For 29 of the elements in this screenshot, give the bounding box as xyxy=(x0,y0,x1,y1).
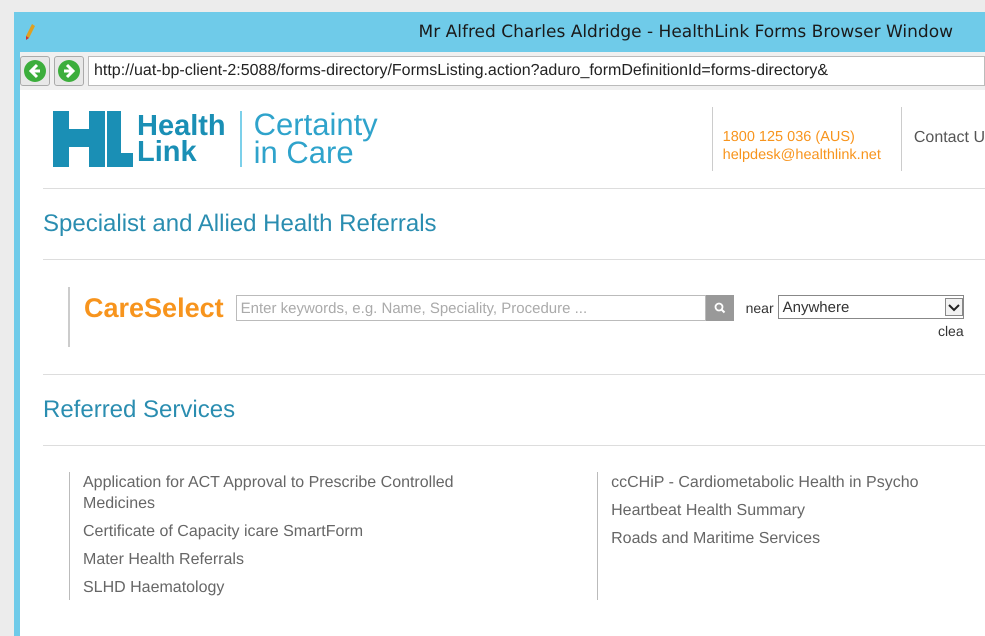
service-link[interactable]: Application for ACT Approval to Prescribe Controlled Medicines xyxy=(83,472,483,514)
service-link[interactable]: Heartbeat Health Summary xyxy=(611,500,985,521)
search-icon xyxy=(714,302,726,314)
forward-button[interactable] xyxy=(54,56,84,86)
careselect-logo: CareSelect xyxy=(84,292,224,325)
address-field[interactable]: http://uat-bp-client-2:5088/forms-directory/FormsListing.action?aduro_formDefinitionId=forms-directory& xyxy=(88,56,985,86)
chevron-icon xyxy=(944,298,963,316)
service-link[interactable]: ccCHiP - Cardiometabolic Health in Psycho xyxy=(611,472,985,493)
brand-text: Link xyxy=(137,139,198,165)
service-link[interactable]: Roads and Maritime Services xyxy=(611,528,985,549)
tagline-text: Certainty xyxy=(254,111,378,139)
section-heading: Specialist and Allied Health Referrals xyxy=(43,189,985,260)
pencil-icon xyxy=(24,23,36,41)
brand-text: Health xyxy=(137,113,226,139)
service-link[interactable]: Certificate of Capacity icare SmartForm xyxy=(83,521,483,542)
back-button[interactable] xyxy=(20,56,50,86)
near-label: near xyxy=(746,300,774,316)
clear-link[interactable]: clea xyxy=(938,323,964,339)
logo-mark-icon xyxy=(53,111,133,167)
phone-number: 1800 125 036 (AUS) xyxy=(722,129,856,145)
service-link[interactable]: Mater Health Referrals xyxy=(83,549,483,570)
search-button[interactable] xyxy=(706,295,734,321)
search-field[interactable]: Enter keywords, e.g. Name, Speciality, Procedure ... xyxy=(236,295,706,321)
service-link[interactable]: SLHD Haematology xyxy=(83,577,483,598)
contact-link[interactable]: Contact U xyxy=(900,107,985,171)
tagline-text: in Care xyxy=(254,139,354,167)
window-title: Mr Alfred Charles Aldridge - HealthLink Forms Browser Window xyxy=(418,22,954,42)
section-heading: Referred Services xyxy=(43,375,985,446)
location-dropdown[interactable]: Anywhere xyxy=(778,295,964,319)
